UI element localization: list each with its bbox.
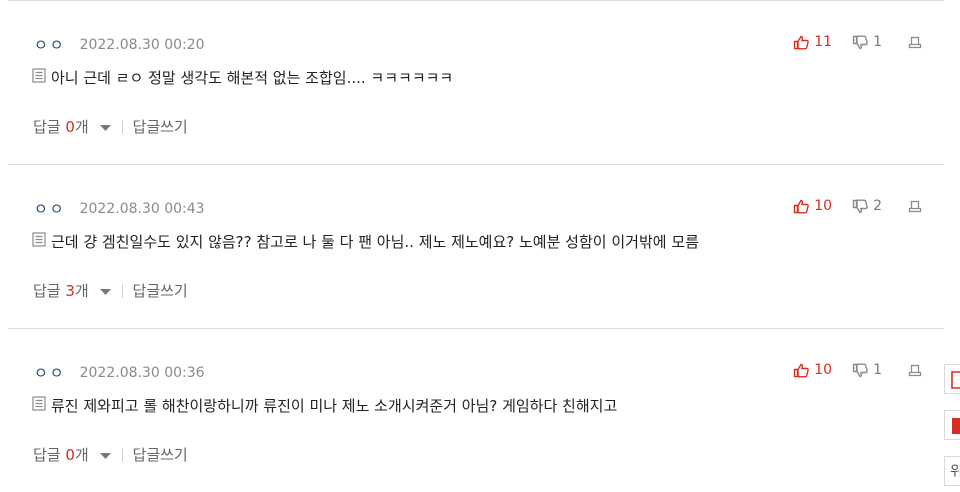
dislike-count: 2	[873, 198, 882, 214]
reply-row: 답글 3개 답글쓰기	[33, 280, 188, 301]
caret-down-icon	[99, 118, 111, 136]
report-icon	[908, 200, 922, 213]
divider	[121, 447, 123, 462]
reply-toggle[interactable]: 답글 0개	[33, 444, 111, 465]
document-icon	[32, 68, 46, 87]
comment-date: 2022.08.30 00:43	[79, 200, 205, 217]
reply-row: 답글 0개 답글쓰기	[33, 444, 188, 465]
comment-body: 근데 걍 겜친일수도 있지 않음?? 참고로 나 둘 다 팬 아님.. 제노 제…	[32, 231, 699, 252]
comment-actions: 11 1	[793, 34, 922, 50]
comment-body: 류진 제와피고 롤 해찬이랑하니까 류진이 미나 제노 소개시켜준거 아님? 게…	[32, 395, 617, 416]
comment-meta: ㅇㅇ 2022.08.30 00:36	[34, 362, 205, 383]
like-button[interactable]: 11	[793, 34, 832, 50]
side-tab-top[interactable]: 위	[944, 456, 960, 486]
thumbs-up-icon	[793, 35, 810, 50]
comment-item: ㅇㅇ 2022.08.30 00:36 10 1 류진 제와피고 롤 해찬이랑하…	[8, 329, 944, 492]
like-button[interactable]: 10	[793, 198, 832, 214]
comment-meta: ㅇㅇ 2022.08.30 00:43	[34, 198, 205, 219]
write-reply-link[interactable]: 답글쓰기	[133, 116, 188, 137]
reply-label: 답글	[33, 118, 66, 136]
thumbs-down-icon	[852, 35, 869, 50]
comment-author[interactable]: ㅇㅇ	[34, 362, 66, 383]
comment-author[interactable]: ㅇㅇ	[34, 198, 66, 219]
write-reply-link[interactable]: 답글쓰기	[133, 444, 188, 465]
comment-date: 2022.08.30 00:36	[79, 364, 205, 381]
dislike-button[interactable]: 2	[852, 198, 882, 214]
dislike-button[interactable]: 1	[852, 34, 882, 50]
comment-item: ㅇㅇ 2022.08.30 00:43 10 2 근데 걍 겜친일수도 있지 않…	[8, 165, 944, 329]
flag-icon	[951, 417, 960, 439]
thumbs-up-icon	[793, 363, 810, 378]
caret-down-icon	[99, 282, 111, 300]
report-button[interactable]	[908, 364, 922, 377]
divider	[121, 119, 123, 134]
divider	[121, 283, 123, 298]
reply-toggle[interactable]: 답글 0개	[33, 116, 111, 137]
document-icon	[32, 232, 46, 251]
report-button[interactable]	[908, 200, 922, 213]
like-count: 10	[814, 362, 833, 378]
comment-body: 아니 근데 ㄹㅇ 정말 생각도 해본적 없는 조합임.... ㅋㅋㅋㅋㅋㅋ	[32, 67, 453, 88]
side-tab-scrap[interactable]	[944, 410, 960, 440]
comment-actions: 10 2	[793, 198, 922, 214]
report-button[interactable]	[908, 36, 922, 49]
bookmark-icon	[951, 371, 960, 393]
comment-date: 2022.08.30 00:20	[79, 36, 205, 53]
document-icon	[32, 396, 46, 415]
reply-unit: 개	[74, 446, 89, 464]
reply-unit: 개	[74, 282, 89, 300]
thumbs-down-icon	[852, 199, 869, 214]
dislike-button[interactable]: 1	[852, 362, 882, 378]
report-icon	[908, 36, 922, 49]
report-icon	[908, 364, 922, 377]
reply-toggle[interactable]: 답글 3개	[33, 280, 111, 301]
reply-count: 3	[65, 282, 75, 300]
thumbs-down-icon	[852, 363, 869, 378]
comment-item: ㅇㅇ 2022.08.30 00:20 11 1 아니 근데 ㄹㅇ 정말 생각도…	[8, 1, 944, 165]
dislike-count: 1	[873, 362, 882, 378]
write-reply-link[interactable]: 답글쓰기	[133, 280, 188, 301]
side-tab-top-label: 위	[950, 461, 960, 481]
comment-text: 근데 걍 겜친일수도 있지 않음?? 참고로 나 둘 다 팬 아님.. 제노 제…	[51, 233, 699, 251]
thumbs-up-icon	[793, 199, 810, 214]
reply-count: 0	[65, 118, 75, 136]
like-count: 11	[814, 34, 833, 50]
side-tab-share[interactable]	[944, 364, 960, 394]
reply-label: 답글	[33, 446, 66, 464]
comment-text: 아니 근데 ㄹㅇ 정말 생각도 해본적 없는 조합임.... ㅋㅋㅋㅋㅋㅋ	[51, 69, 454, 87]
like-count: 10	[814, 198, 833, 214]
caret-down-icon	[99, 446, 111, 464]
reply-label: 답글	[33, 282, 66, 300]
reply-unit: 개	[74, 118, 89, 136]
like-button[interactable]: 10	[793, 362, 832, 378]
comment-author[interactable]: ㅇㅇ	[34, 34, 66, 55]
comment-text: 류진 제와피고 롤 해찬이랑하니까 류진이 미나 제노 소개시켜준거 아님? 게…	[51, 397, 618, 415]
reply-count: 0	[65, 446, 75, 464]
comment-actions: 10 1	[793, 362, 922, 378]
comment-meta: ㅇㅇ 2022.08.30 00:20	[34, 34, 205, 55]
dislike-count: 1	[873, 34, 882, 50]
reply-row: 답글 0개 답글쓰기	[33, 116, 188, 137]
